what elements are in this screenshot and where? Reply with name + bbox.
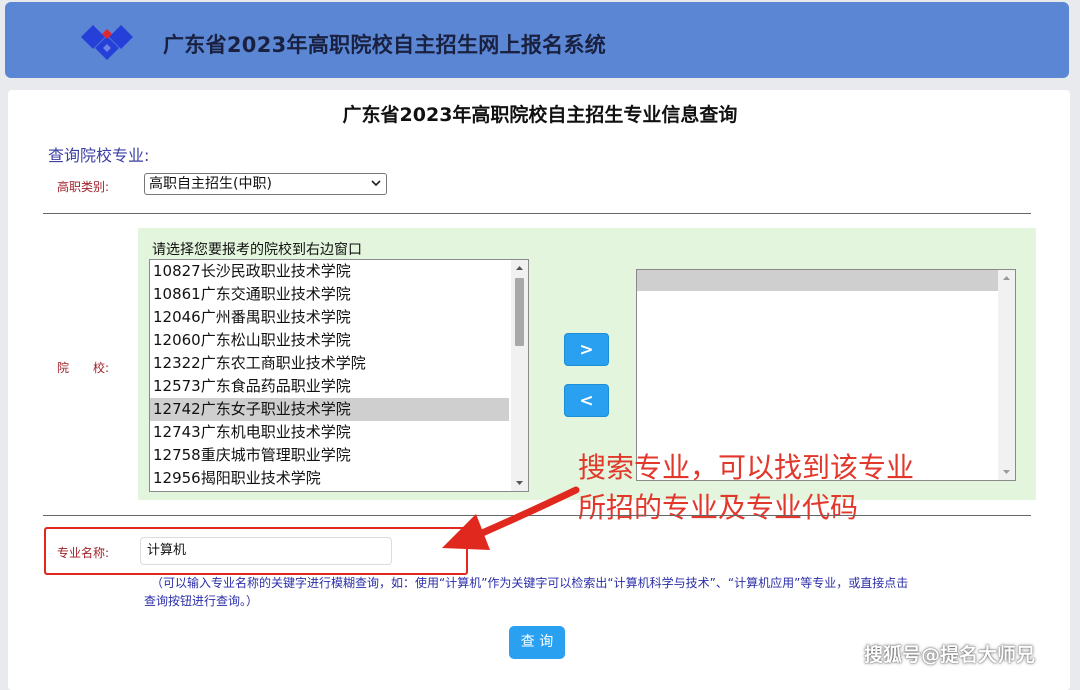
section-label: 查询院校专业: <box>48 146 150 165</box>
divider-top <box>43 213 1031 214</box>
app-header: 广东省2023年高职院校自主招生网上报名系统 <box>5 2 1069 78</box>
school-option[interactable]: 12743广东机电职业技术学院 <box>150 421 509 444</box>
add-school-button[interactable]: > <box>564 333 609 366</box>
scroll-up-icon[interactable] <box>511 260 528 277</box>
help-text-line: （可以输入专业名称的关键字进行模糊查询，如：使用“计算机”作为关键字可以检索出“… <box>151 576 909 590</box>
category-select[interactable]: 高职自主招生(中职) <box>144 173 387 195</box>
category-label: 高职类别: <box>57 180 110 194</box>
logo <box>81 25 133 60</box>
help-text: （可以输入专业名称的关键字进行模糊查询，如：使用“计算机”作为关键字可以检索出“… <box>144 574 1034 610</box>
selected-list-scrollbar[interactable] <box>998 270 1015 480</box>
chevron-down-icon <box>371 180 381 187</box>
school-list-hint: 请选择您要报考的院校到右边窗口 <box>152 242 362 258</box>
selected-list-highlight-row[interactable] <box>637 270 998 291</box>
major-name-input[interactable]: 计算机 <box>140 537 392 565</box>
app-title: 广东省2023年高职院校自主招生网上报名系统 <box>163 33 607 57</box>
school-option[interactable]: 12758重庆城市管理职业学院 <box>150 444 509 467</box>
scroll-up-icon[interactable] <box>998 270 1015 287</box>
annotation-arrow <box>442 486 580 550</box>
school-option-selected[interactable]: 12742广东女子职业技术学院 <box>150 398 509 421</box>
scroll-thumb[interactable] <box>515 278 524 346</box>
query-button[interactable]: 查 询 <box>509 626 565 659</box>
school-source-list[interactable]: 10827长沙民政职业技术学院 10861广东交通职业技术学院 12046广州番… <box>149 259 529 492</box>
school-label: 院 校: <box>57 361 110 375</box>
help-text-line: 查询按钮进行查询。） <box>144 594 259 608</box>
school-option[interactable]: 12573广东食品药品职业学院 <box>150 375 509 398</box>
category-select-value: 高职自主招生(中职) <box>149 176 272 192</box>
source-list-scrollbar[interactable] <box>511 260 528 491</box>
school-option[interactable]: 10861广东交通职业技术学院 <box>150 283 509 306</box>
major-label: 专业名称: <box>57 546 110 560</box>
school-option[interactable]: 10827长沙民政职业技术学院 <box>150 260 509 283</box>
school-option[interactable]: 12322广东农工商职业技术学院 <box>150 352 509 375</box>
page-title: 广东省2023年高职院校自主招生专业信息查询 <box>342 104 738 126</box>
scroll-down-icon[interactable] <box>998 463 1015 480</box>
watermark: 搜狐号@提名大师兄 <box>864 644 1036 666</box>
school-option[interactable]: 12060广东松山职业技术学院 <box>150 329 509 352</box>
remove-school-button[interactable]: < <box>564 384 609 417</box>
school-option[interactable]: 12046广州番禺职业技术学院 <box>150 306 509 329</box>
